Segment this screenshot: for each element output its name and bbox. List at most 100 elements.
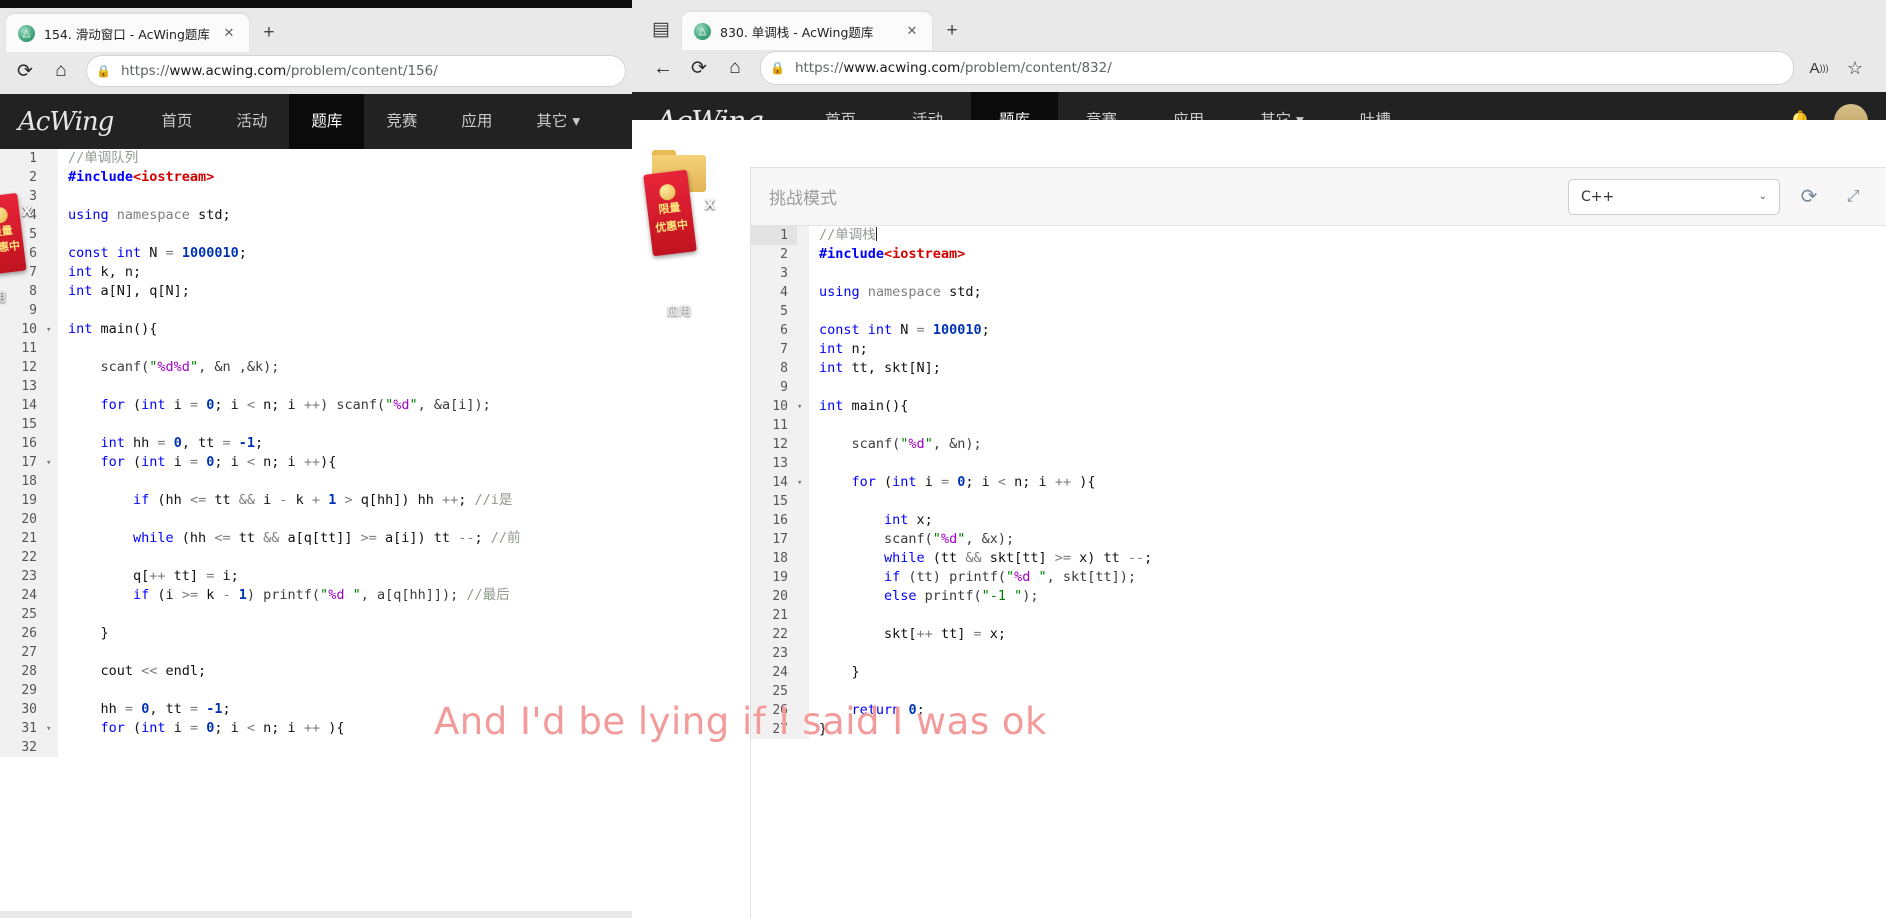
code-line[interactable]: 10 ▾ int main(){	[751, 397, 1886, 416]
code-line[interactable]: 9	[0, 301, 640, 320]
code-line[interactable]: 22 skt[++ tt] = x;	[751, 625, 1886, 644]
desktop-icon-apps[interactable]: 限量 优惠中 应用	[634, 150, 724, 319]
left-nav-apps[interactable]: 应用	[439, 94, 514, 149]
right-tab-close-icon[interactable]: ✕	[902, 21, 922, 41]
code-line[interactable]: 4 using namespace std;	[751, 283, 1886, 302]
code-line[interactable]: 14 ▾ for (int i = 0; i < n; i ++ ){	[751, 473, 1886, 492]
left-nav-home[interactable]: 首页	[139, 94, 214, 149]
left-nav-problems[interactable]: 题库	[289, 94, 365, 149]
code-line[interactable]: 31 ▾ for (int i = 0; i < n; i ++ ){	[0, 719, 640, 738]
code-line[interactable]: 29	[0, 681, 640, 700]
right-new-tab-button[interactable]: +	[938, 17, 966, 45]
code-line[interactable]: 27}	[751, 720, 1886, 739]
code-line[interactable]: 20 else printf("-1 ");	[751, 587, 1886, 606]
code-line[interactable]: 13	[0, 377, 640, 396]
left-code-editor[interactable]: 1//单调队列 2 #include<iostream> 3 4 using namesp…	[0, 149, 640, 911]
code-line[interactable]: 24 }	[751, 663, 1886, 682]
challenge-mode-label[interactable]: 挑战模式	[769, 184, 1554, 209]
code-line[interactable]: 14 for (int i = 0; i < n; i ++) scanf("%…	[0, 396, 640, 415]
code-line[interactable]: 27	[0, 643, 640, 662]
fold-toggle-icon[interactable]: ▾	[46, 719, 58, 738]
code-line[interactable]: 26 }	[0, 624, 640, 643]
code-line[interactable]: 18	[0, 472, 640, 491]
left-browser-tab[interactable]: 154. 滑动窗口 - AcWing题库 ✕	[6, 14, 249, 52]
code-line[interactable]: 20	[0, 510, 640, 529]
right-home-icon[interactable]: ⌂	[718, 52, 752, 84]
code-line[interactable]: 1 //单调栈	[751, 226, 1886, 245]
right-browser-window[interactable]: ▤ 830. 单调栈 - AcWing题库 ✕ + ← ⟳ ⌂ 🔒 https:…	[632, 0, 1886, 918]
right-browser-tab[interactable]: 830. 单调栈 - AcWing题库 ✕	[682, 12, 932, 50]
code-line[interactable]: 26 return 0;	[751, 701, 1886, 720]
code-line[interactable]: 2 #include<iostream>	[0, 168, 640, 187]
code-line[interactable]: 12 scanf("%d", &n);	[751, 435, 1886, 454]
fold-gutter	[797, 568, 809, 587]
fold-toggle-icon[interactable]: ▾	[797, 473, 809, 492]
code-line[interactable]: 7 int k, n;	[0, 263, 640, 282]
add-favorite-icon[interactable]: ☆	[1838, 52, 1872, 84]
close-ad-left-icon[interactable]: X	[22, 203, 32, 220]
code-line[interactable]: 19 if (tt) printf("%d ", skt[tt]);	[751, 568, 1886, 587]
left-nav-activity[interactable]: 活动	[214, 94, 289, 149]
fold-toggle-icon[interactable]: ▾	[46, 453, 58, 472]
sidebar-toggle-icon[interactable]: ▤	[644, 14, 678, 44]
code-line[interactable]: 17 ▾ for (int i = 0; i < n; i ++){	[0, 453, 640, 472]
code-line[interactable]: 7 int n;	[751, 340, 1886, 359]
code-line[interactable]: 21	[751, 606, 1886, 625]
code-line[interactable]: 5	[751, 302, 1886, 321]
code-line[interactable]: 15	[0, 415, 640, 434]
left-nav-contest[interactable]: 竞赛	[364, 94, 439, 149]
left-acwing-logo[interactable]: AcWing	[18, 107, 114, 137]
fullscreen-icon[interactable]: ⤢	[1838, 182, 1868, 212]
code-line[interactable]: 15	[751, 492, 1886, 511]
left-nav-other[interactable]: 其它 ▾	[514, 94, 590, 149]
code-line[interactable]: 1 //单调队列	[0, 149, 640, 168]
code-line[interactable]: 24 if (i >= k - 1) printf("%d ", a[q[hh]…	[0, 586, 640, 605]
code-line[interactable]: 28 cout << endl;	[0, 662, 640, 681]
left-address-bar[interactable]: 🔒 https://www.acwing.com/problem/content…	[86, 55, 626, 87]
code-line[interactable]: 2 #include<iostream>	[751, 245, 1886, 264]
right-code-editor[interactable]: 1 //单调栈 2 #include<iostream> 3 4 using namespa…	[751, 226, 1886, 918]
code-line[interactable]: 30 hh = 0, tt = -1;	[0, 700, 640, 719]
code-line[interactable]: 25	[0, 605, 640, 624]
code-line[interactable]: 4 using namespace std;	[0, 206, 640, 225]
code-line[interactable]: 23 q[++ tt] = i;	[0, 567, 640, 586]
code-line[interactable]: 22	[0, 548, 640, 567]
code-line[interactable]: 3	[0, 187, 640, 206]
code-line[interactable]: 19 if (hh <= tt && i - k + 1 > q[hh]) hh…	[0, 491, 640, 510]
code-line[interactable]: 10 ▾ int main(){	[0, 320, 640, 339]
code-line[interactable]: 32	[0, 738, 640, 757]
code-line[interactable]: 17 scanf("%d", &x);	[751, 530, 1886, 549]
fold-toggle-icon[interactable]: ▾	[46, 320, 58, 339]
left-new-tab-button[interactable]: +	[255, 19, 283, 47]
code-line[interactable]: 8 int tt, skt[N];	[751, 359, 1886, 378]
code-line[interactable]: 16 int hh = 0, tt = -1;	[0, 434, 640, 453]
code-line[interactable]: 18 while (tt && skt[tt] >= x) tt --;	[751, 549, 1886, 568]
code-line[interactable]: 13	[751, 454, 1886, 473]
code-line[interactable]: 16 int x;	[751, 511, 1886, 530]
code-line[interactable]: 6 const int N = 100010;	[751, 321, 1886, 340]
right-address-bar[interactable]: 🔒 https://www.acwing.com/problem/content…	[760, 51, 1794, 85]
fold-toggle-icon[interactable]: ▾	[797, 397, 809, 416]
code-line[interactable]: 11	[0, 339, 640, 358]
close-desktop-ad-icon[interactable]: X	[705, 196, 715, 213]
code-line[interactable]: 3	[751, 264, 1886, 283]
code-line[interactable]: 8 int a[N], q[N];	[0, 282, 640, 301]
code-line[interactable]: 9	[751, 378, 1886, 397]
language-select[interactable]: C++ ⌄	[1568, 178, 1780, 215]
code-line[interactable]: 23	[751, 644, 1886, 663]
code-line[interactable]: 12 scanf("%d%d", &n ,&k);	[0, 358, 640, 377]
right-reload-icon[interactable]: ⟳	[682, 52, 716, 84]
code-line[interactable]: 6 const int N = 1000010;	[0, 244, 640, 263]
code-line[interactable]: 11	[751, 416, 1886, 435]
left-browser-window[interactable]: 154. 滑动窗口 - AcWing题库 ✕ + ⟳ ⌂ 🔒 https://w…	[0, 8, 640, 918]
reset-code-icon[interactable]: ⟳	[1794, 182, 1824, 212]
read-aloud-icon[interactable]: A)))	[1802, 52, 1836, 84]
code-line[interactable]: 25	[751, 682, 1886, 701]
code-line[interactable]: 21 while (hh <= tt && a[q[tt]] >= a[i]) …	[0, 529, 640, 548]
code-line[interactable]: 5	[0, 225, 640, 244]
left-tab-close-icon[interactable]: ✕	[219, 23, 239, 43]
right-back-icon[interactable]: ←	[646, 52, 680, 84]
left-reload-icon[interactable]: ⟳	[8, 55, 42, 87]
left-home-icon[interactable]: ⌂	[44, 55, 78, 87]
